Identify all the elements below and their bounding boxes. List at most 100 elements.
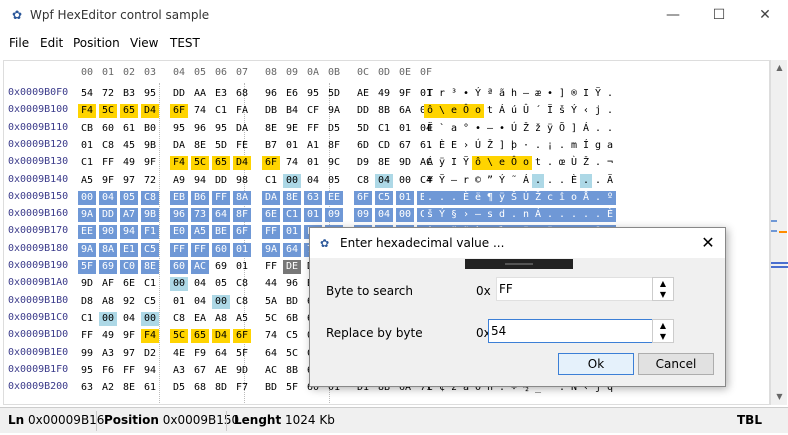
ascii-char[interactable]: ] [556,87,568,101]
hex-byte[interactable]: A8 [212,312,230,326]
ascii-char[interactable]: Ž [484,139,496,153]
ascii-char[interactable]: š [424,208,436,223]
hex-byte[interactable]: 4E [170,347,188,361]
ascii-char[interactable]: o [472,104,484,119]
hex-byte[interactable]: EB [170,190,188,205]
hex-byte[interactable]: C8 [354,174,372,188]
hex-byte[interactable]: 94 [141,364,159,378]
hex-byte[interactable]: A3 [170,364,188,378]
hex-byte[interactable]: 5C [191,156,209,171]
hex-byte[interactable]: 95 [304,87,322,101]
hex-byte[interactable]: A9 [170,174,188,188]
hex-byte[interactable]: DA [170,139,188,153]
ascii-char[interactable]: e [496,156,508,171]
ascii-char[interactable]: Û [520,104,532,118]
hex-byte[interactable]: 8D [212,381,230,395]
ascii-char[interactable]: Ý [436,208,448,223]
ascii-char[interactable]: È [568,174,580,188]
ascii-char[interactable]: ” [484,174,496,188]
hex-byte[interactable]: 01 [396,190,414,205]
hex-byte[interactable]: D5 [325,122,343,136]
hex-byte[interactable]: B4 [283,104,301,118]
hex-byte[interactable]: 95 [170,122,188,136]
ascii-char[interactable]: Ï [544,104,556,118]
hex-byte[interactable]: 98 [233,174,251,188]
hex-byte[interactable]: EE [78,225,96,240]
ascii-char[interactable]: – [484,122,496,136]
ascii-char[interactable]: . [592,122,604,136]
hex-byte[interactable]: D9 [354,156,372,170]
ascii-char[interactable]: Å [580,190,592,205]
menu-edit[interactable]: Edit [40,36,63,50]
hex-byte[interactable]: F4 [78,104,96,119]
ascii-char[interactable]: ³ [448,87,460,101]
hex-byte[interactable]: 5C [283,347,301,361]
hex-byte[interactable]: C8 [99,139,117,153]
ascii-char[interactable]: Š [508,190,520,205]
ascii-char[interactable]: — [448,174,460,188]
hex-byte[interactable]: 6B [283,312,301,326]
ascii-char[interactable]: Ž [520,122,532,136]
hex-byte[interactable]: 01 [233,260,251,274]
hex-byte[interactable]: 97 [120,347,138,361]
ascii-char[interactable]: ‹ [580,104,592,118]
hex-byte[interactable]: D4 [212,329,230,344]
hex-byte[interactable]: DD [170,87,188,101]
hex-byte[interactable]: 00 [170,277,188,292]
vertical-scrollbar[interactable]: ▲ ▼ [770,60,788,405]
hex-byte[interactable]: AC [191,260,209,274]
hex-byte[interactable]: C0 [120,260,138,274]
ascii-char[interactable]: – [472,208,484,223]
ascii-char[interactable]: î [556,190,568,205]
hex-byte[interactable]: 72 [99,87,117,101]
ascii-char[interactable]: . [592,190,604,205]
ascii-char[interactable]: • [460,87,472,101]
ascii-char[interactable]: ` [436,122,448,136]
hex-byte[interactable]: 67 [191,364,209,378]
hex-byte[interactable]: 9A [78,242,96,257]
ascii-char[interactable]: \ [484,156,496,171]
hex-byte[interactable]: C1 [141,277,159,291]
hex-byte[interactable]: 01 [170,295,188,309]
hex-byte[interactable]: 00 [141,311,159,326]
hex-byte[interactable]: 64 [212,208,230,223]
ascii-char[interactable]: ã [496,87,508,101]
hex-byte[interactable]: 8A [233,190,251,205]
hex-byte[interactable]: 74 [191,104,209,118]
hex-byte[interactable]: B6 [191,190,209,205]
hex-byte[interactable]: 01 [304,156,322,170]
ascii-char[interactable]: j [592,104,604,118]
hex-byte[interactable]: E3 [212,87,230,101]
ascii-char[interactable]: ° [460,122,472,136]
hex-byte[interactable]: 65 [120,104,138,119]
ascii-char[interactable]: ª [484,87,496,101]
ascii-char[interactable]: . [424,190,436,205]
ascii-char[interactable]: m [568,139,580,153]
ascii-char[interactable]: o [520,156,532,171]
hex-byte[interactable]: A5 [191,225,209,240]
hex-byte[interactable]: 5D [212,139,230,153]
hex-byte[interactable]: C8 [141,190,159,205]
hex-byte[interactable]: 94 [191,174,209,188]
hex-byte[interactable]: C1 [262,174,280,188]
hex-byte[interactable]: 63 [304,190,322,205]
hex-byte[interactable]: 8E [191,139,209,153]
hex-byte[interactable]: 05 [325,174,343,188]
ascii-char[interactable]: Ô [460,104,472,119]
ascii-char[interactable]: Ä [604,174,616,188]
hex-byte[interactable]: 9A [262,242,280,257]
hex-byte[interactable]: 6E [262,208,280,223]
hex-byte[interactable]: 5C [170,329,188,344]
ascii-char[interactable]: . [592,208,604,223]
hex-byte[interactable]: AC [262,364,280,378]
hex-byte[interactable]: EA [191,312,209,326]
hex-byte[interactable]: 04 [120,312,138,326]
hex-byte[interactable]: 96 [170,208,188,223]
hex-byte[interactable]: F4 [141,329,159,344]
hex-byte[interactable]: B3 [120,87,138,101]
hex-byte[interactable]: 96 [191,122,209,136]
hex-byte[interactable]: AE [212,364,230,378]
hex-byte[interactable]: 64 [283,242,301,257]
hex-byte[interactable]: BE [212,225,230,240]
hex-byte[interactable]: E1 [120,242,138,257]
